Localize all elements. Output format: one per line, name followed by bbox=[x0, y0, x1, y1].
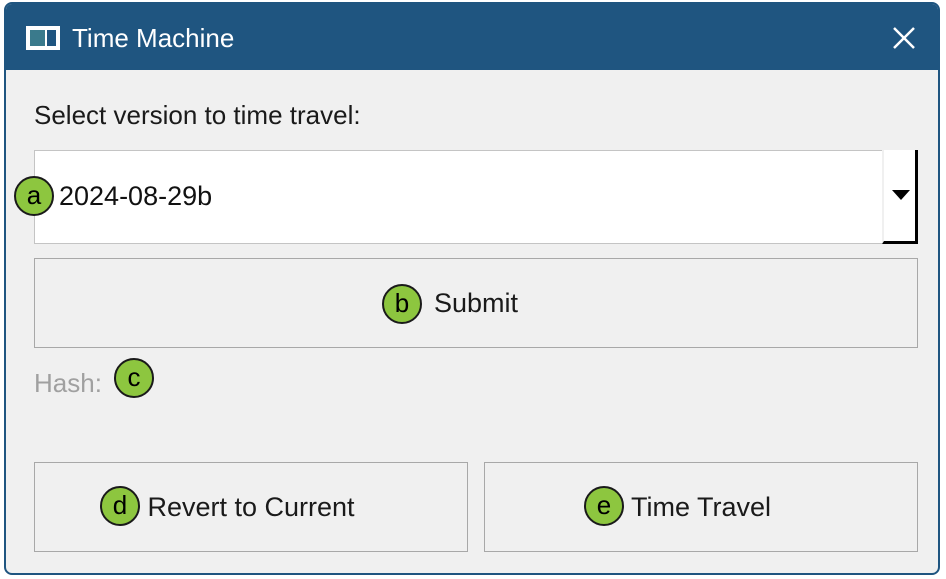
window-title: Time Machine bbox=[72, 23, 235, 53]
title-bar: Time Machine bbox=[6, 4, 938, 70]
time-travel-button[interactable]: Time Travel bbox=[484, 462, 918, 552]
time-travel-button-label: Time Travel bbox=[630, 491, 772, 522]
app-window-icon bbox=[26, 26, 60, 50]
close-icon bbox=[893, 27, 915, 49]
time-machine-dialog: Time Machine Select version to time trav… bbox=[4, 2, 940, 575]
version-dropdown[interactable]: 2024-08-29b bbox=[34, 150, 918, 244]
version-prompt-label: Select version to time travel: bbox=[34, 100, 361, 130]
marker-a: a bbox=[14, 176, 54, 216]
marker-d: d bbox=[100, 486, 140, 526]
dropdown-arrow-button[interactable] bbox=[882, 150, 918, 244]
marker-e: e bbox=[584, 486, 624, 526]
submit-button[interactable]: Submit bbox=[34, 258, 918, 348]
version-selected-value: 2024-08-29b bbox=[59, 181, 213, 211]
hash-label: Hash: bbox=[34, 368, 102, 398]
revert-button-label: Revert to Current bbox=[147, 491, 355, 522]
chevron-down-icon bbox=[892, 190, 910, 200]
close-button[interactable] bbox=[884, 18, 924, 58]
submit-button-label: Submit bbox=[433, 287, 519, 318]
marker-b: b bbox=[382, 284, 422, 324]
marker-c: c bbox=[114, 358, 154, 398]
